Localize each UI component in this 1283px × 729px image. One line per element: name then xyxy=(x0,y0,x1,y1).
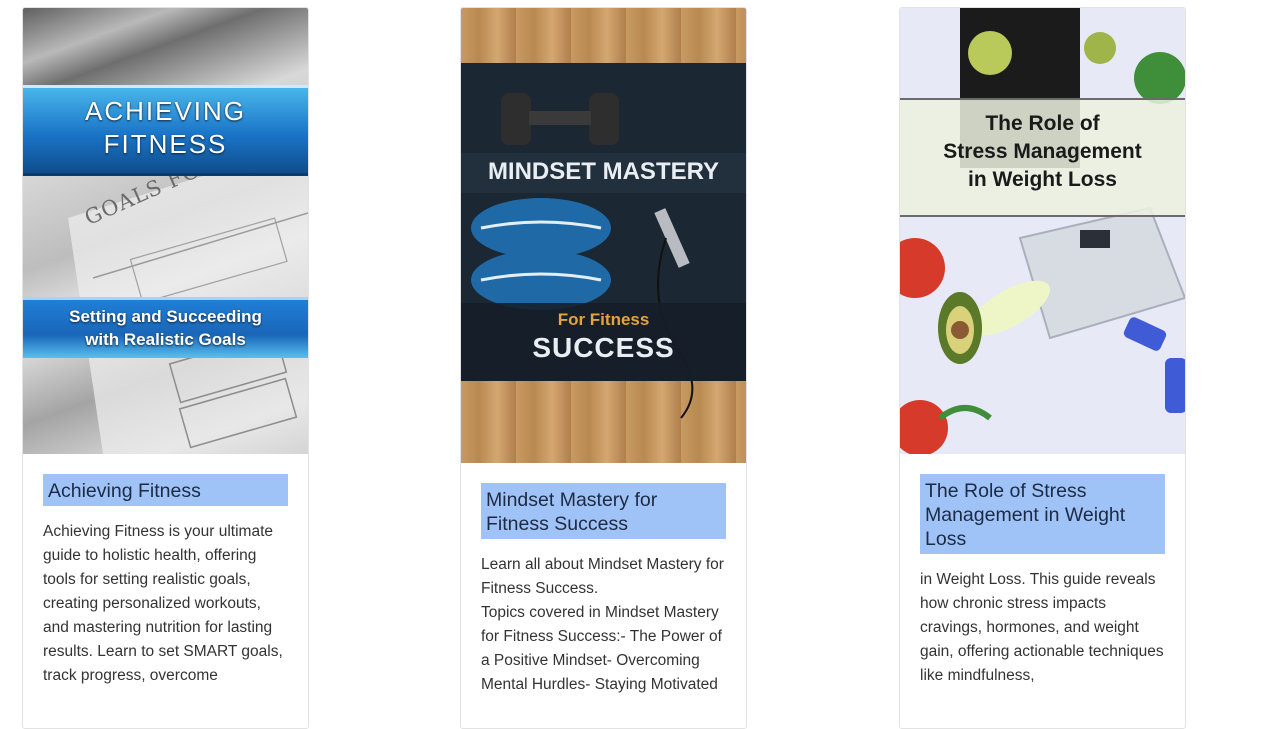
cover-subtitle-line: For Fitness xyxy=(557,310,650,329)
card-title[interactable]: Mindset Mastery for Fitness Success xyxy=(481,483,726,539)
card-title[interactable]: Achieving Fitness xyxy=(43,474,288,506)
cover-heading-line: in Weight Loss xyxy=(968,168,1117,191)
cover-heading-banner: Achieving Fitness xyxy=(23,85,308,176)
product-card[interactable]: GOALS FOR TH Achieving Fitness Setting a… xyxy=(22,7,309,729)
cover-image[interactable]: The Role of Stress Management in Weight … xyxy=(900,8,1185,454)
food-and-scale-graphic xyxy=(900,8,1185,454)
cover-subtitle-line: Setting and Succeeding xyxy=(69,307,262,326)
description-paragraph: Learn all about Mindset Mastery for Fitn… xyxy=(481,556,724,597)
cover-heading-line: Stress Management xyxy=(943,140,1142,163)
cover-subtitle-line: SUCCESS xyxy=(532,332,675,363)
card-description: Learn all about Mindset Mastery for Fitn… xyxy=(481,553,726,697)
cover-subtitle-line: with Realistic Goals xyxy=(85,330,246,349)
description-paragraph: Achieving Fitness is your ultimate guide… xyxy=(43,523,283,684)
description-paragraph: Topics covered in Mindset Mastery for Fi… xyxy=(481,604,722,693)
cover-heading-line: The Role of xyxy=(985,112,1100,135)
cover-heading-banner: MINDSET MASTERY xyxy=(461,153,746,193)
dumbbell-and-shoes-graphic xyxy=(471,93,694,419)
cover-subtitle-banner: Setting and Succeeding with Realistic Go… xyxy=(23,297,308,358)
cover-heading-line: Achieving xyxy=(84,96,247,126)
card-title[interactable]: The Role of Stress Management in Weight … xyxy=(920,474,1165,554)
description-paragraph: in Weight Loss. This guide reveals how c… xyxy=(920,571,1164,684)
card-description: Achieving Fitness is your ultimate guide… xyxy=(43,520,288,688)
product-card[interactable]: MINDSET MASTERY For Fitness SUCCESS Mind… xyxy=(460,7,747,729)
product-card[interactable]: The Role of Stress Management in Weight … xyxy=(899,7,1186,729)
cover-subtitle-banner: For Fitness SUCCESS xyxy=(461,303,746,381)
cover-heading-banner: The Role of Stress Management in Weight … xyxy=(900,98,1185,217)
cover-heading-line: Fitness xyxy=(103,129,228,159)
cover-heading-line: MINDSET MASTERY xyxy=(487,158,720,185)
cover-image[interactable]: GOALS FOR TH Achieving Fitness Setting a… xyxy=(23,8,308,454)
cover-image[interactable]: MINDSET MASTERY For Fitness SUCCESS xyxy=(461,8,746,463)
paper-sheet-graphic xyxy=(68,143,308,454)
card-description: in Weight Loss. This guide reveals how c… xyxy=(920,568,1165,688)
